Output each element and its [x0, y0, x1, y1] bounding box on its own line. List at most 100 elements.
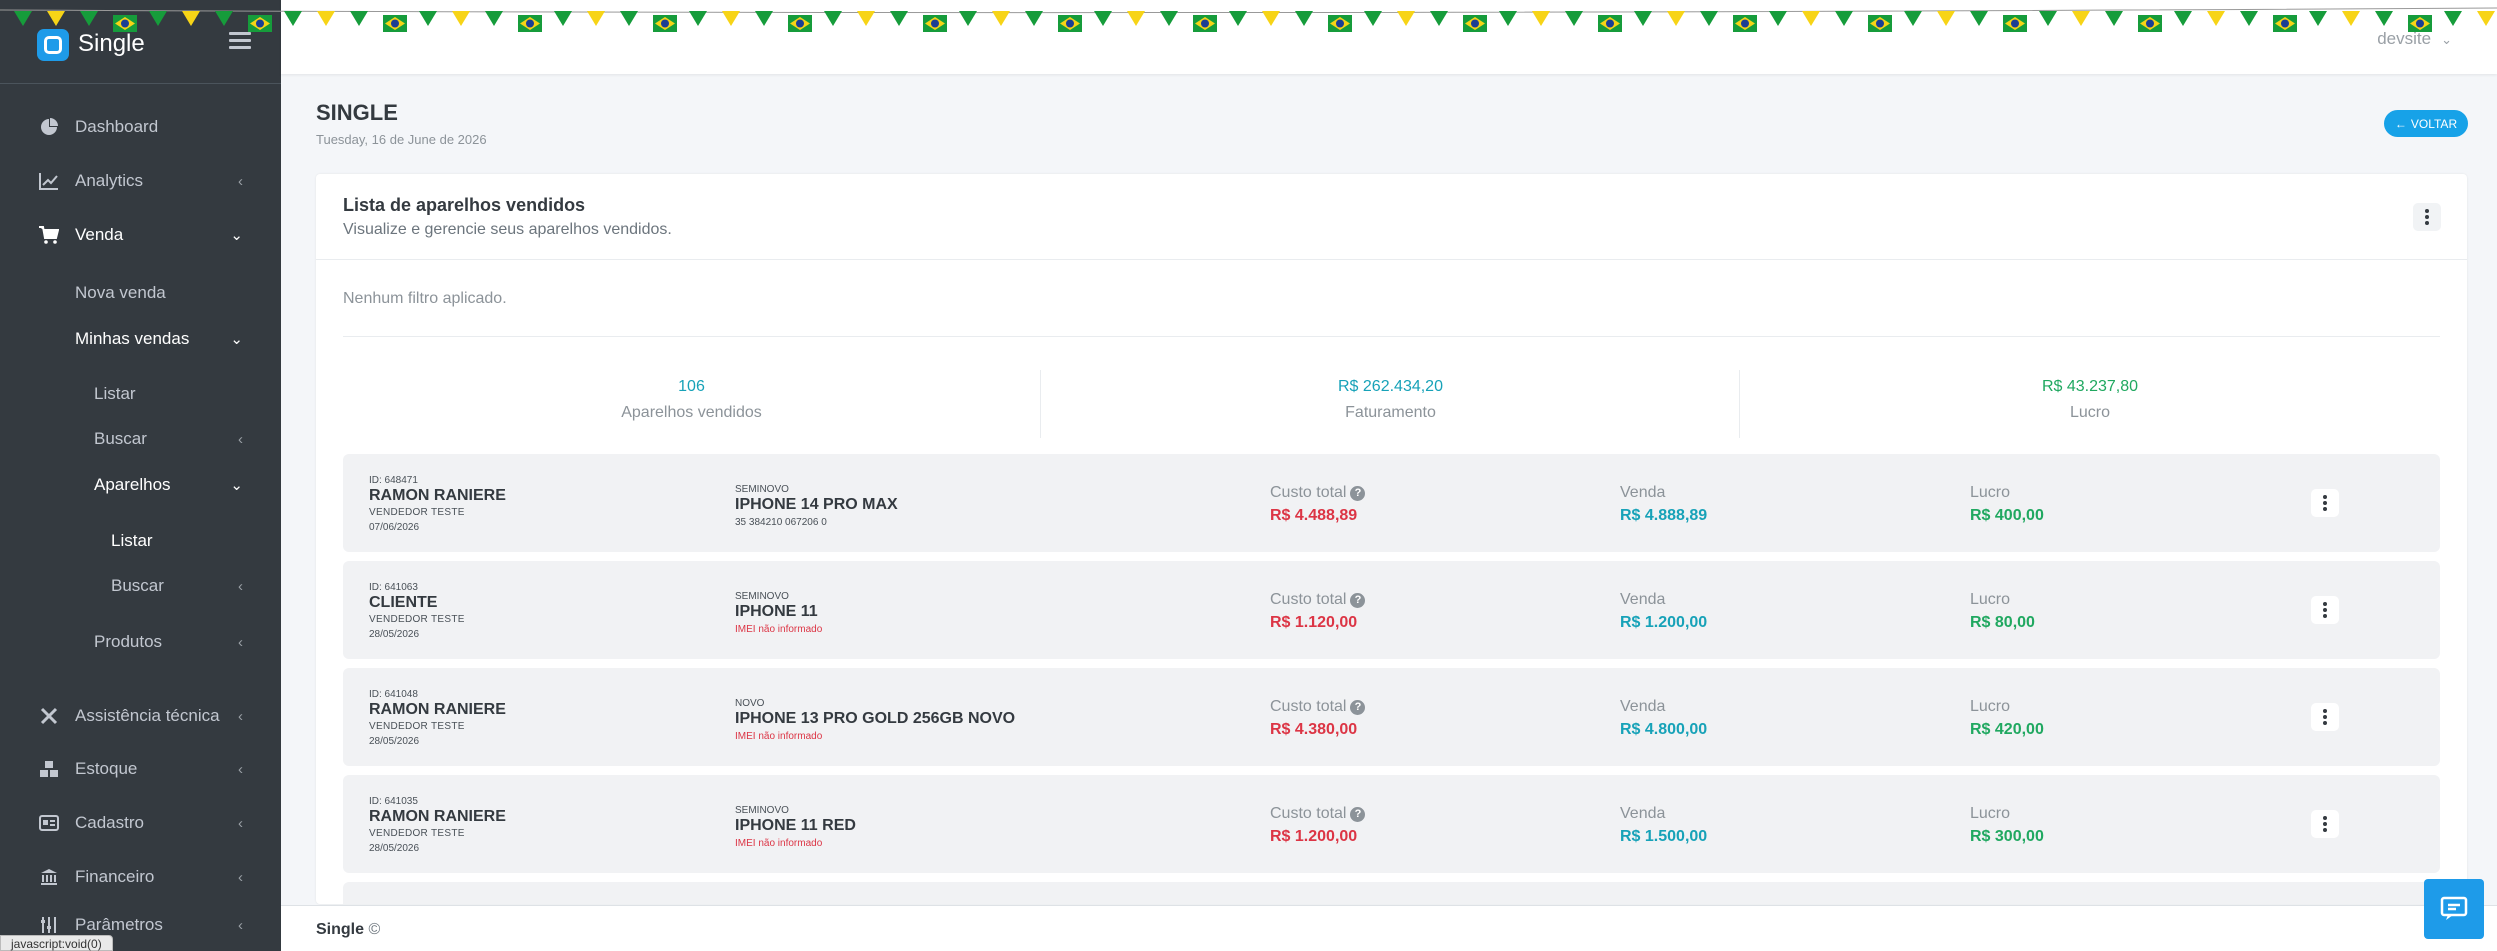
device-imei: IMEI não informado [735, 731, 823, 742]
sidebar-item-label: Produtos [94, 632, 163, 651]
user-menu[interactable]: devsite ⌄ [2377, 29, 2452, 49]
customer-name: RAMON RANIERE [369, 701, 506, 718]
customer-name: RAMON RANIERE [369, 487, 506, 504]
footer-copyright: © [368, 921, 381, 938]
kebab-icon [2425, 208, 2429, 226]
device-imei: 35 384210 067206 0 [735, 517, 827, 528]
chevron-left-icon: ‹ [238, 814, 243, 832]
tools-icon [38, 705, 60, 727]
sidebar-item-listar-aparelhos[interactable]: Listar [0, 521, 281, 561]
sidebar-item-label: Nova venda [75, 283, 166, 302]
question-circle-icon[interactable]: ? [1350, 485, 1366, 501]
chevron-down-icon: ⌄ [2441, 32, 2452, 47]
sale-label: Venda [1620, 484, 1666, 501]
sidebar-item-estoque[interactable]: Estoque ‹ [0, 749, 281, 789]
stat-profit: R$ 43.237,80 Lucro [1741, 370, 2439, 438]
brand-name: Single [78, 30, 145, 57]
profit-label: Lucro [1970, 484, 2011, 501]
sidebar-item-dashboard[interactable]: Dashboard [0, 107, 281, 147]
sale-id: ID: 641048 [369, 689, 418, 700]
hamburger-menu-icon[interactable] [229, 32, 251, 50]
sale-row[interactable]: ID: 648471 RAMON RANIERE VENDEDOR TESTE … [343, 454, 2440, 552]
sale-id: ID: 648471 [369, 475, 418, 486]
chevron-down-icon: ⌄ [230, 477, 243, 494]
chevron-left-icon: ‹ [238, 916, 243, 934]
page-title: SINGLE [316, 100, 398, 125]
sidebar-item-financeiro[interactable]: Financeiro ‹ [0, 857, 281, 897]
sidebar-item-cadastro[interactable]: Cadastro ‹ [0, 803, 281, 843]
chevron-left-icon: ‹ [238, 760, 243, 778]
chevron-down-icon: ⌄ [230, 331, 243, 348]
id-card-icon [38, 812, 60, 834]
cost-label: Custo total? [1270, 805, 1366, 823]
question-circle-icon[interactable]: ? [1350, 806, 1366, 822]
question-circle-icon[interactable]: ? [1350, 592, 1366, 608]
sale-value: R$ 4.800,00 [1620, 721, 1708, 738]
seller-name: VENDEDOR TESTE [369, 721, 465, 732]
bank-icon [38, 866, 60, 888]
row-options-button[interactable] [2311, 596, 2339, 624]
sidebar-item-analytics[interactable]: Analytics ‹ [0, 161, 281, 201]
device-condition: SEMINOVO [735, 484, 789, 495]
sidebar-item-listar-vendas[interactable]: Listar [0, 374, 281, 414]
sidebar-item-label: Venda [75, 225, 124, 244]
card-options-button[interactable] [2413, 203, 2441, 231]
sidebar-item-label: Analytics [75, 171, 144, 190]
back-button-label: VOLTAR [2410, 116, 2458, 131]
sale-row[interactable]: ID: 641048 RAMON RANIERE VENDEDOR TESTE … [343, 668, 2440, 766]
sale-date: 28/05/2026 [369, 843, 420, 854]
cost-value: R$ 1.200,00 [1270, 828, 1358, 845]
sidebar-item-label: Listar [94, 384, 136, 403]
sale-row[interactable]: ID: 641063 CLIENTE VENDEDOR TESTE 28/05/… [343, 561, 2440, 659]
profit-value: R$ 400,00 [1970, 507, 2044, 524]
customer-name: RAMON RANIERE [369, 808, 506, 825]
sidebar-item-nova-venda[interactable]: Nova venda [0, 273, 281, 313]
sidebar-item-aparelhos[interactable]: Aparelhos ⌄ [0, 465, 281, 505]
back-button[interactable]: ← VOLTAR [2384, 110, 2468, 137]
row-options-button[interactable] [2311, 703, 2339, 731]
sale-label: Venda [1620, 591, 1666, 608]
sale-row-partial[interactable] [343, 882, 2440, 904]
device-model: IPHONE 14 PRO MAX [735, 496, 898, 513]
question-circle-icon[interactable]: ? [1350, 699, 1366, 715]
sidebar-item-buscar-vendas[interactable]: Buscar ‹ [0, 419, 281, 459]
sidebar-item-label: Estoque [75, 759, 138, 778]
sale-label: Venda [1620, 698, 1666, 715]
chat-button[interactable] [2424, 879, 2484, 939]
sale-date: 28/05/2026 [369, 736, 420, 747]
cost-value: R$ 4.488,89 [1270, 507, 1358, 524]
chevron-left-icon: ‹ [238, 868, 243, 886]
kebab-icon [2323, 601, 2327, 619]
brand[interactable]: Single [0, 0, 281, 84]
sidebar-item-minhas-vendas[interactable]: Minhas vendas ⌄ [0, 319, 281, 359]
profit-value: R$ 300,00 [1970, 828, 2044, 845]
cost-label: Custo total? [1270, 591, 1366, 609]
sale-value: R$ 1.200,00 [1620, 614, 1708, 631]
chevron-left-icon: ‹ [238, 707, 243, 725]
device-condition: SEMINOVO [735, 805, 789, 816]
sale-id: ID: 641035 [369, 796, 418, 807]
customer-name: CLIENTE [369, 594, 438, 611]
sale-row[interactable]: ID: 641035 RAMON RANIERE VENDEDOR TESTE … [343, 775, 2440, 873]
sidebar-item-venda[interactable]: Venda ⌄ [0, 215, 281, 255]
sidebar-item-label: Minhas vendas [75, 329, 190, 348]
sidebar-item-label: Cadastro [75, 813, 144, 832]
profit-label: Lucro [1970, 805, 2011, 822]
sidebar-item-assistencia-tecnica[interactable]: Assistência técnica ‹ [0, 696, 281, 736]
stat-value: R$ 262.434,20 [1338, 378, 1443, 395]
device-model: IPHONE 11 [735, 603, 818, 620]
sidebar-item-produtos[interactable]: Produtos ‹ [0, 622, 281, 662]
sale-label: Venda [1620, 805, 1666, 822]
chevron-left-icon: ‹ [238, 577, 243, 595]
row-options-button[interactable] [2311, 489, 2339, 517]
sidebar-item-label: Aparelhos [94, 475, 171, 494]
card-subtitle: Visualize e gerencie seus aparelhos vend… [343, 221, 672, 238]
row-options-button[interactable] [2311, 810, 2339, 838]
brand-logo-icon [37, 29, 69, 61]
filters-status: Nenhum filtro aplicado. [343, 290, 507, 307]
footer: Single © [281, 905, 2497, 951]
sidebar-item-buscar-aparelhos[interactable]: Buscar ‹ [0, 566, 281, 606]
sidebar: Single Dashboard Analytics ‹ Venda ⌄ Nov… [0, 0, 281, 951]
chevron-left-icon: ‹ [238, 172, 243, 190]
shopping-cart-icon [38, 224, 60, 246]
